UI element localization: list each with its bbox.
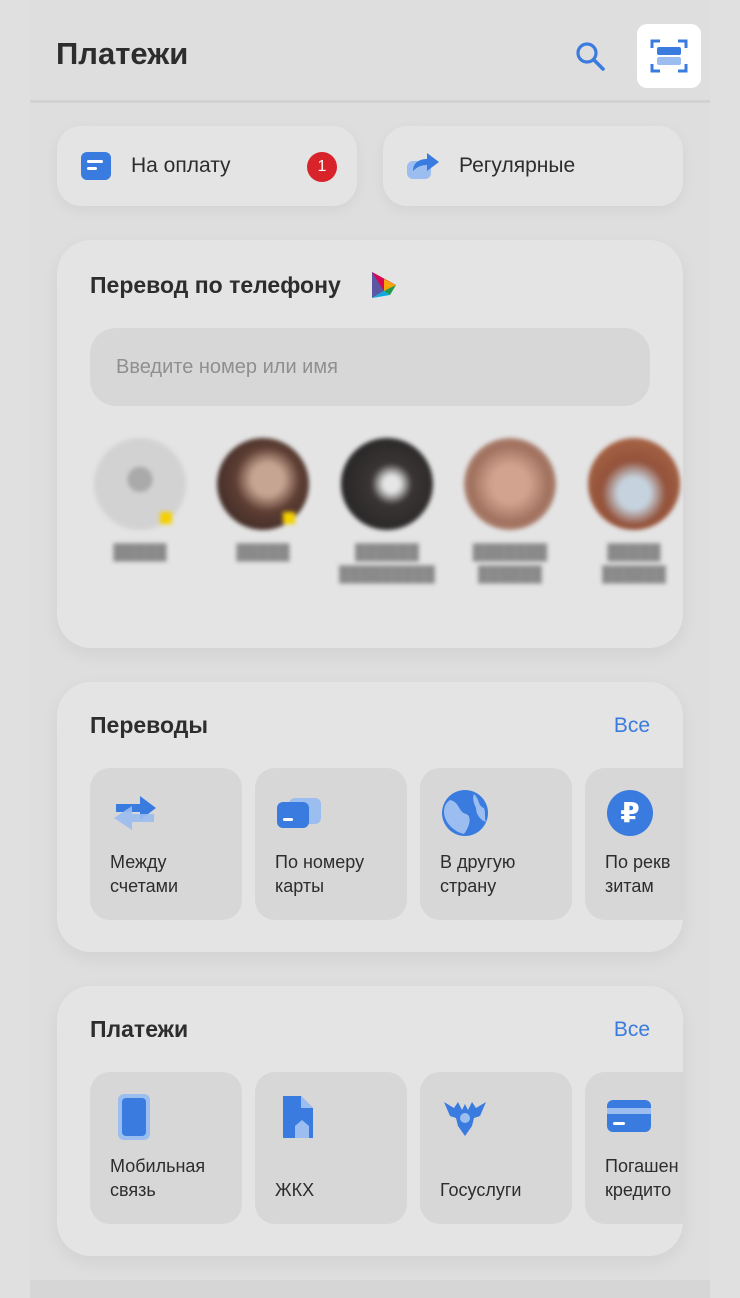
contact-name: █████: [236, 544, 290, 561]
tile-utilities[interactable]: ЖКХ: [255, 1072, 407, 1224]
house-icon: [283, 1096, 313, 1138]
search-button[interactable]: [570, 36, 610, 76]
regular-label: Регулярные: [459, 154, 576, 177]
status-dot: [283, 512, 295, 524]
status-dot: [160, 512, 172, 524]
phone-transfer-title: Перевод по телефону: [90, 272, 341, 298]
eagle-icon: [444, 1102, 486, 1136]
contact-item[interactable]: █████ ██████: [584, 438, 683, 586]
next-section-peek: [30, 1280, 710, 1298]
globe-icon: [442, 790, 488, 836]
card-icon: [277, 798, 321, 828]
scan-icon: [650, 39, 688, 73]
payments-all-link[interactable]: Все: [614, 1018, 650, 1042]
bill-icon: [81, 152, 111, 180]
tile-label: Госуслуги: [440, 1180, 522, 1200]
repeat-icon: [407, 153, 439, 179]
to-pay-card[interactable]: На оплату 1: [57, 126, 357, 206]
contact-name: █████ ██████: [602, 544, 666, 583]
avatar: [341, 438, 433, 530]
tile-mobile[interactable]: Мобильная связь: [90, 1072, 242, 1224]
contact-item[interactable]: █████: [90, 438, 190, 564]
avatar: [94, 438, 186, 530]
avatar: [217, 438, 309, 530]
tile-abroad[interactable]: В другую страну: [420, 768, 572, 920]
avatar: [588, 438, 680, 530]
transfers-card: Переводы Все Между счетами По номеру кар…: [57, 682, 683, 952]
contact-item[interactable]: ██████ █████████: [337, 438, 437, 586]
tile-label: Между счетами: [110, 852, 179, 896]
regular-payments-card[interactable]: Регулярные: [383, 126, 683, 206]
svg-text:₽: ₽: [620, 796, 639, 829]
contact-name: ██████ █████████: [339, 544, 435, 583]
tile-label: Погашен кредито: [605, 1156, 679, 1200]
header-divider: [30, 100, 710, 103]
contact-item[interactable]: ███████ ██████: [460, 438, 560, 586]
contact-name: ███████ ██████: [472, 544, 548, 583]
transfers-tiles: Между счетами По номеру карты В другую с…: [90, 768, 683, 920]
tile-label: ЖКХ: [275, 1180, 315, 1200]
payments-tiles: Мобильная связь ЖКХ Госуслуги Погашен кр…: [90, 1072, 683, 1224]
arrows-swap-icon: [114, 796, 156, 830]
ruble-icon: ₽: [607, 790, 653, 836]
phone-search-input[interactable]: Введите номер или имя: [90, 328, 650, 406]
tile-loan-repayment[interactable]: Погашен кредито: [585, 1072, 683, 1224]
page-title: Платежи: [56, 36, 189, 71]
payments-card: Платежи Все Мобильная связь ЖКХ Госуслуг…: [57, 986, 683, 1256]
transfers-all-link[interactable]: Все: [614, 714, 650, 738]
tile-card-number[interactable]: По номеру карты: [255, 768, 407, 920]
contact-item[interactable]: █████: [213, 438, 313, 564]
tile-label: В другую страну: [440, 852, 516, 896]
search-placeholder: Введите номер или имя: [116, 355, 338, 378]
scan-button[interactable]: [637, 24, 701, 88]
header: Платежи: [0, 0, 740, 104]
tile-requisites[interactable]: ₽ По рекв зитам: [585, 768, 683, 920]
notification-badge: 1: [307, 152, 337, 182]
tile-label: Мобильная связь: [110, 1156, 206, 1200]
transfers-title: Переводы: [90, 712, 208, 738]
tile-between-accounts[interactable]: Между счетами: [90, 768, 242, 920]
sbp-logo: [372, 272, 396, 298]
search-icon: [576, 42, 605, 71]
credit-card-icon: [607, 1100, 651, 1132]
payments-title: Платежи: [90, 1016, 189, 1042]
tile-label: По рекв зитам: [605, 852, 671, 896]
tile-label: По номеру карты: [275, 852, 365, 896]
phone-icon: [118, 1094, 150, 1140]
tile-gosuslugi[interactable]: Госуслуги: [420, 1072, 572, 1224]
avatar: [464, 438, 556, 530]
to-pay-label: На оплату: [131, 154, 231, 177]
phone-transfer-card: Перевод по телефону Введите номер или им…: [57, 240, 683, 648]
contact-name: █████: [113, 544, 167, 561]
